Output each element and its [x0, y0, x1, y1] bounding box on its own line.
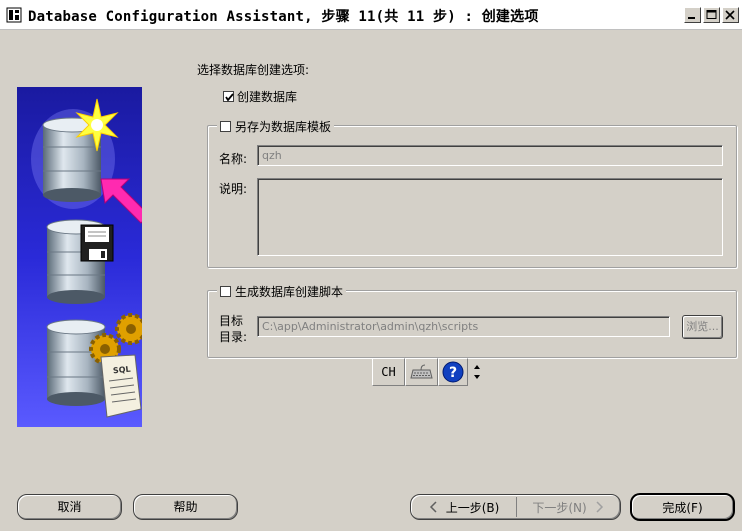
keyboard-icon	[410, 364, 433, 379]
app-icon	[6, 7, 22, 23]
toolbar-handle[interactable]	[472, 362, 482, 382]
save-template-label: 另存为数据库模板	[235, 120, 332, 134]
back-button-label: 上一步(B)	[445, 500, 500, 515]
help-icon: ?	[442, 361, 464, 383]
maximize-icon	[706, 10, 717, 19]
destination-directory-label: 目标 目录:	[219, 313, 247, 345]
soft-keyboard-button[interactable]	[405, 358, 438, 386]
chevron-updown-icon	[474, 365, 480, 379]
window-title: Database Configuration Assistant, 步骤 11(…	[28, 9, 539, 25]
template-description-field[interactable]	[257, 178, 723, 256]
create-database-option[interactable]: 创建数据库	[223, 88, 297, 105]
creation-options-prompt: 选择数据库创建选项:	[197, 63, 310, 77]
generate-script-checkbox[interactable]	[220, 286, 231, 297]
input-language-button[interactable]: CH	[372, 358, 405, 386]
help-button[interactable]: 帮助	[133, 494, 238, 520]
destination-label-line2: 目录:	[219, 330, 248, 344]
create-database-label: 创建数据库	[237, 90, 298, 104]
destination-label-line1: 目标	[219, 314, 244, 328]
create-database-checkbox[interactable]	[223, 91, 234, 102]
title-bar: Database Configuration Assistant, 步骤 11(…	[0, 0, 742, 30]
chevron-right-icon	[596, 501, 603, 513]
close-icon	[725, 10, 735, 20]
finish-button[interactable]: 完成(F)	[630, 493, 735, 521]
close-button[interactable]	[722, 7, 739, 23]
checkmark-icon	[225, 93, 234, 102]
minimize-icon	[688, 17, 695, 19]
cancel-button[interactable]: 取消	[17, 494, 122, 520]
browse-button[interactable]: 浏览...	[682, 315, 723, 339]
svg-text:?: ?	[449, 365, 457, 381]
destination-directory-field[interactable]: C:\app\Administrator\admin\qzh\scripts	[257, 316, 670, 337]
generate-script-option[interactable]: 生成数据库创建脚本	[217, 283, 347, 300]
wizard-banner-image: SQL	[17, 87, 142, 427]
template-name-field[interactable]: qzh	[257, 145, 723, 166]
back-button[interactable]: 上一步(B)	[411, 495, 516, 519]
ime-help-button[interactable]: ?	[438, 358, 468, 386]
save-template-checkbox[interactable]	[220, 121, 231, 132]
minimize-button[interactable]	[684, 7, 701, 23]
next-button-label: 下一步(N)	[532, 500, 587, 515]
template-name-label: 名称:	[219, 152, 248, 166]
generate-script-label: 生成数据库创建脚本	[235, 285, 344, 299]
maximize-button[interactable]	[703, 7, 720, 23]
template-description-label: 说明:	[219, 182, 248, 196]
chevron-left-icon	[429, 501, 437, 513]
svg-text:SQL: SQL	[112, 365, 131, 376]
next-button[interactable]: 下一步(N)	[517, 495, 620, 519]
template-option[interactable]: 另存为数据库模板	[217, 118, 335, 135]
